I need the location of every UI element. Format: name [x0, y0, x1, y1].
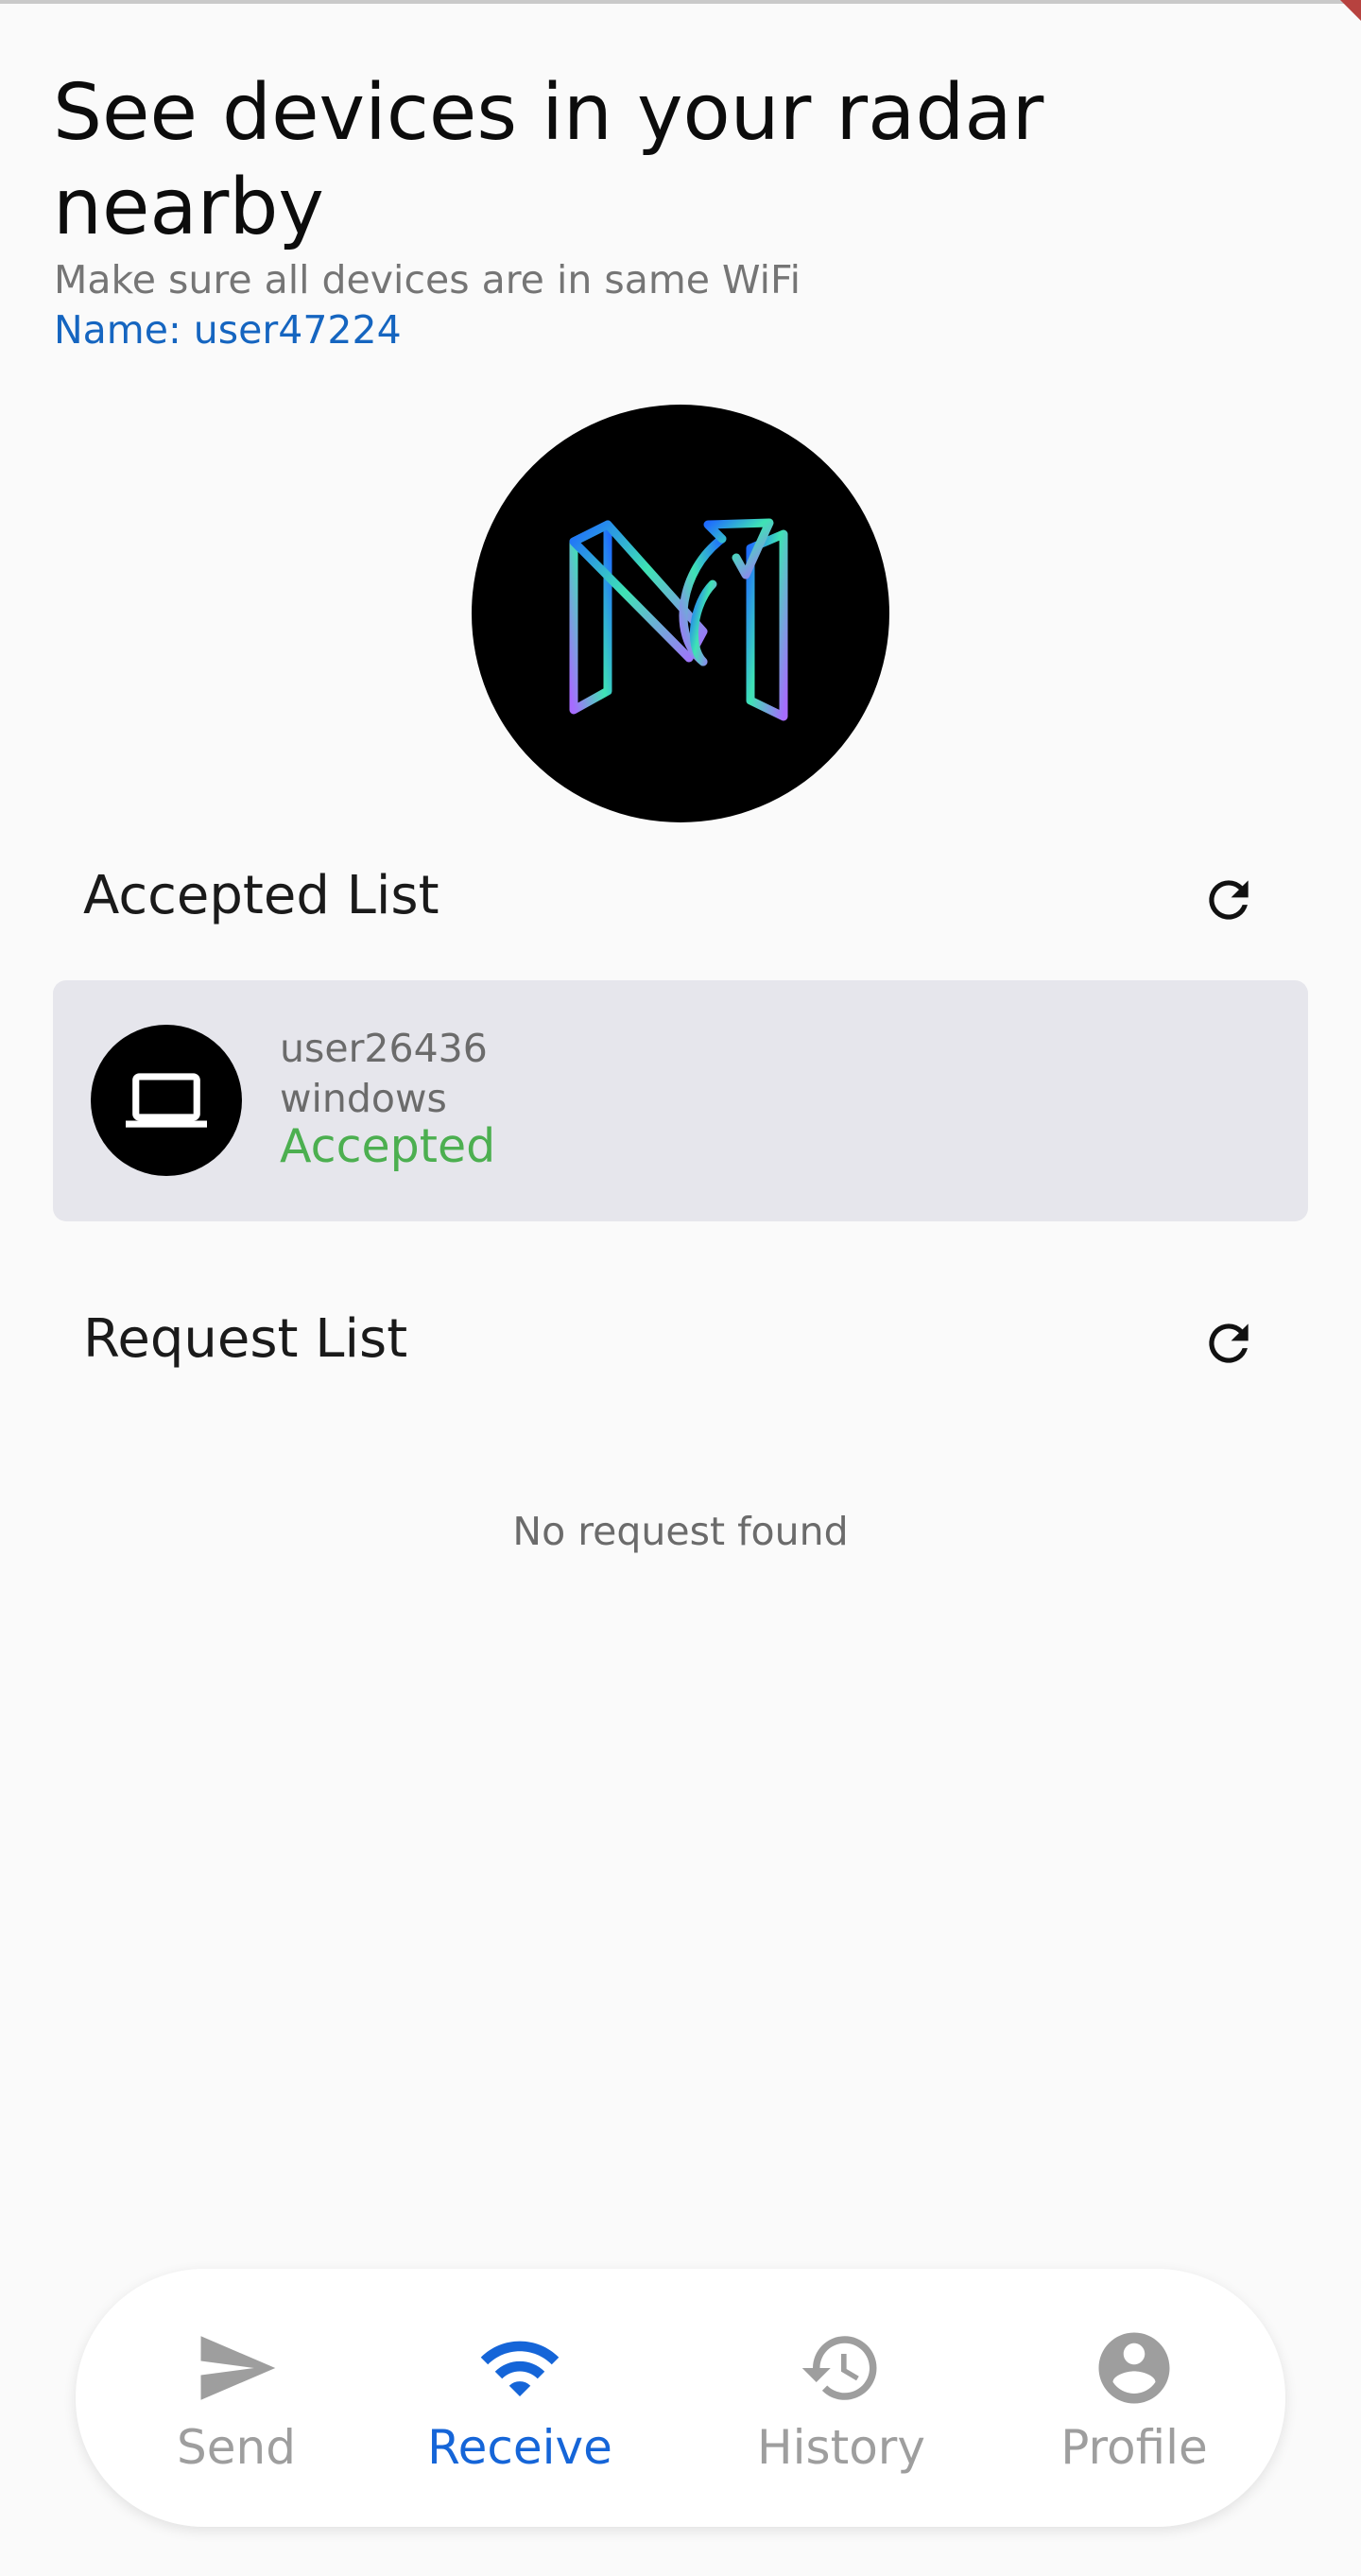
device-status: Accepted	[280, 1119, 496, 1173]
device-name: user26436	[280, 1026, 488, 1071]
request-empty-state: No request found	[512, 1509, 849, 1554]
nav-item-receive[interactable]: Receive	[406, 2269, 633, 2527]
app-logo-m-arrow-icon	[569, 518, 788, 721]
nav-label-receive: Receive	[427, 2420, 612, 2475]
nav-label-send: Send	[177, 2420, 296, 2475]
history-icon	[801, 2336, 877, 2400]
accepted-refresh-button[interactable]	[1191, 862, 1266, 938]
page-title: See devices in your radar nearby	[53, 68, 1044, 252]
request-refresh-button[interactable]	[1191, 1305, 1266, 1381]
nav-label-profile: Profile	[1060, 2420, 1208, 2475]
accepted-device-card[interactable]: user26436 windows Accepted	[53, 980, 1308, 1221]
nav-item-profile[interactable]: Profile	[1021, 2269, 1248, 2527]
device-avatar	[91, 1025, 242, 1176]
page-subtitle: Make sure all devices are in same WiFi	[54, 257, 801, 303]
nav-item-history[interactable]: History	[718, 2269, 964, 2527]
accepted-list-title: Accepted List	[83, 865, 439, 926]
send-icon	[200, 2336, 276, 2400]
refresh-icon	[1209, 1323, 1249, 1363]
laptop-icon	[126, 1073, 207, 1128]
request-list-title: Request List	[83, 1308, 408, 1370]
status-bar-divider	[0, 0, 1361, 4]
device-name-label: Name: user47224	[54, 307, 402, 353]
debug-banner-corner	[1340, 0, 1361, 21]
profile-icon	[1098, 2332, 1170, 2404]
bottom-navigation: Send Receive History Profile	[76, 2269, 1285, 2527]
screen: See devices in your radar nearby Make su…	[0, 0, 1361, 2576]
wifi-icon	[480, 2341, 560, 2396]
app-logo	[472, 405, 889, 822]
device-os: windows	[280, 1076, 447, 1121]
nav-label-history: History	[757, 2420, 925, 2475]
nav-item-send[interactable]: Send	[123, 2269, 350, 2527]
refresh-icon	[1209, 880, 1249, 920]
